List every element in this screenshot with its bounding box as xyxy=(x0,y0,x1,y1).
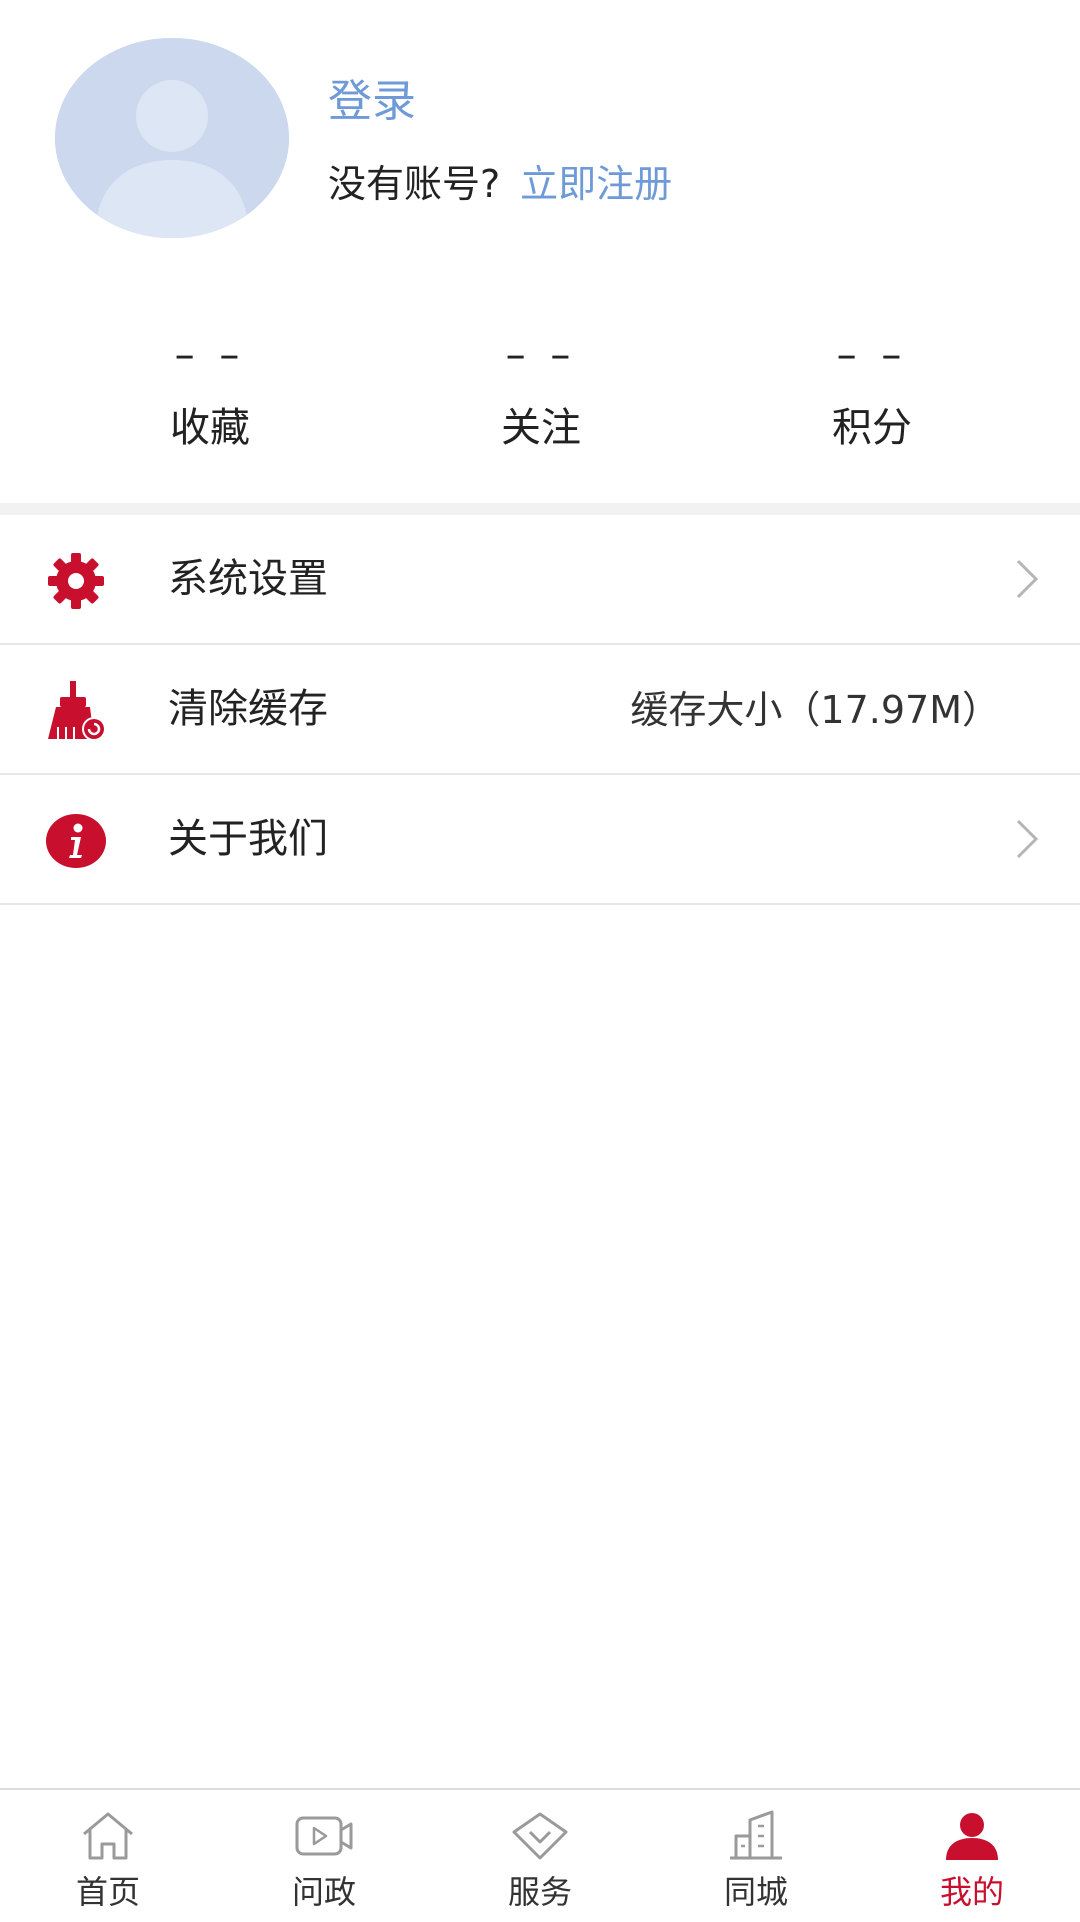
gear-icon xyxy=(48,553,104,609)
register-row: 没有账号? 立即注册 xyxy=(328,158,672,210)
bottom-tab-bar: 首页 问政 服务 同城 我的 xyxy=(0,1788,1080,1922)
settings-menu: 系统设置 清除缓存 缓存大小（17.97M） 关于我们 xyxy=(0,515,1080,905)
stat-value: – – xyxy=(836,332,908,378)
city-icon xyxy=(730,1810,782,1860)
home-icon xyxy=(83,1812,133,1860)
tab-label: 问政 xyxy=(291,1873,356,1911)
menu-item-clear-cache[interactable]: 清除缓存 缓存大小（17.97M） xyxy=(0,645,1080,775)
menu-item-label: 关于我们 xyxy=(168,816,328,862)
section-divider xyxy=(0,503,1080,515)
default-avatar-icon xyxy=(55,38,289,238)
menu-item-system-settings[interactable]: 系统设置 xyxy=(0,515,1080,645)
tab-city[interactable]: 同城 xyxy=(648,1790,864,1922)
avatar[interactable] xyxy=(55,38,289,238)
tab-label: 我的 xyxy=(939,1873,1004,1911)
no-account-prompt: 没有账号? xyxy=(328,162,501,206)
login-link[interactable]: 登录 xyxy=(328,72,416,132)
chevron-right-icon xyxy=(1016,819,1039,859)
register-link[interactable]: 立即注册 xyxy=(520,162,672,206)
tab-home[interactable]: 首页 xyxy=(0,1790,216,1922)
tab-label: 服务 xyxy=(507,1873,572,1911)
stat-favorites[interactable]: – – 收藏 xyxy=(110,330,310,456)
menu-item-about-us[interactable]: 关于我们 xyxy=(0,775,1080,905)
tab-service[interactable]: 服务 xyxy=(432,1790,648,1922)
service-icon xyxy=(512,1812,568,1860)
info-icon xyxy=(46,814,106,868)
broom-icon xyxy=(48,681,106,741)
tab-mine[interactable]: 我的 xyxy=(864,1790,1080,1922)
stat-value: – – xyxy=(505,332,577,378)
menu-item-label: 系统设置 xyxy=(168,556,328,602)
stat-value: – – xyxy=(174,332,246,378)
profile-header: 登录 没有账号? 立即注册 xyxy=(0,0,1080,300)
stat-label: 收藏 xyxy=(170,405,250,451)
chevron-right-icon xyxy=(1016,559,1039,599)
tab-label: 同城 xyxy=(723,1873,788,1911)
stat-label: 积分 xyxy=(832,405,912,451)
person-icon xyxy=(946,1813,998,1860)
tab-label: 首页 xyxy=(75,1873,140,1911)
video-icon xyxy=(295,1816,353,1856)
stat-label: 关注 xyxy=(501,405,581,451)
stats-row: – – 收藏 – – 关注 – – 积分 xyxy=(0,330,1080,470)
cache-size-value: 缓存大小（17.97M） xyxy=(630,688,1000,732)
stat-following[interactable]: – – 关注 xyxy=(441,330,641,456)
stat-points[interactable]: – – 积分 xyxy=(772,330,972,456)
tab-politics[interactable]: 问政 xyxy=(216,1790,432,1922)
menu-item-label: 清除缓存 xyxy=(168,686,328,732)
